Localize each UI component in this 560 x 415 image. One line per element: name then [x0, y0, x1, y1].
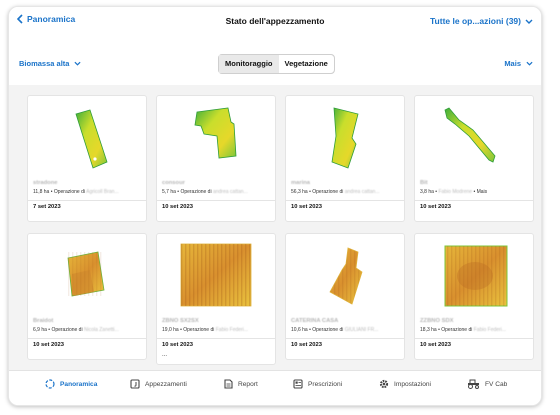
- field-map-image: [444, 245, 508, 307]
- field-card[interactable]: Braidot 6,9 ha • Operazione di Nicola Za…: [27, 233, 147, 360]
- field-summary: 6,9 ha • Operazione di Nicola Zanetti...: [33, 327, 119, 333]
- tractor-icon: [468, 379, 479, 389]
- back-button[interactable]: Panoramica: [17, 14, 75, 24]
- more-indicator: ...: [162, 352, 168, 358]
- field-name: Braidot: [33, 318, 54, 324]
- field-date: 10 set 2023: [291, 342, 322, 348]
- field-summary: 18,3 ha • Operazione di Fabio Federi...: [420, 327, 506, 333]
- tab-appezzamenti[interactable]: Appezzamenti: [130, 379, 187, 389]
- field-name: Bit: [420, 180, 428, 186]
- top-bar: Panoramica Stato dell'appezzamento Tutte…: [9, 7, 541, 41]
- field-card[interactable]: marina 56,3 ha • Operazione di andrea ca…: [285, 95, 405, 222]
- page-title: Stato dell'appezzamento: [225, 16, 325, 26]
- chevron-left-icon: [17, 14, 23, 24]
- bottom-tab-bar: Panoramica Appezzamenti Report Prescrizi…: [9, 370, 541, 405]
- field-map-image: [444, 107, 496, 163]
- field-card[interactable]: ZZBNO SDX 18,3 ha • Operazione di Fabio …: [414, 233, 534, 360]
- tab-prescrizioni[interactable]: Prescrizioni: [293, 379, 342, 389]
- mode-segmented-control: Monitoraggio Vegetazione: [218, 54, 335, 74]
- field-summary: 19,0 ha • Operazione di Fabio Federi...: [162, 327, 248, 333]
- field-card[interactable]: stradone 11,8 ha • Operazione di Agricol…: [27, 95, 147, 222]
- field-map-image: [67, 251, 105, 297]
- field-date: 10 set 2023: [420, 342, 451, 348]
- field-date: 10 set 2023: [291, 204, 322, 210]
- field-card[interactable]: Bit 3,8 ha • Fabio Modrene • Mais 10 set…: [414, 95, 534, 222]
- field-name: stradone: [33, 180, 58, 186]
- tab-report[interactable]: Report: [224, 379, 258, 389]
- field-name: ZBNO SX2SX: [162, 318, 199, 324]
- field-card[interactable]: ZBNO SX2SX 19,0 ha • Operazione di Fabio…: [156, 233, 276, 365]
- field-card[interactable]: CATERINA CASA 10,6 ha • Operazione di GI…: [285, 233, 405, 360]
- layer-dropdown-label: Biomassa alta: [19, 59, 70, 68]
- filter-bar: Biomassa alta Monitoraggio Vegetazione M…: [9, 41, 541, 85]
- field-date: 10 set 2023: [420, 204, 451, 210]
- overview-icon: [45, 379, 55, 389]
- field-summary: 11,8 ha • Operazione di Agricoll Bran...: [33, 189, 119, 195]
- field-card[interactable]: consour 5,7 ha • Operazione di andrea ca…: [156, 95, 276, 222]
- field-summary: 3,8 ha • Fabio Modrene • Mais: [420, 189, 488, 195]
- field-summary: 5,7 ha • Operazione di andrea cattan...: [162, 189, 248, 195]
- chevron-down-icon: [525, 19, 533, 24]
- field-grid: stradone 11,8 ha • Operazione di Agricol…: [9, 85, 541, 370]
- segment-vegetazione[interactable]: Vegetazione: [278, 55, 334, 73]
- back-label: Panoramica: [27, 14, 76, 24]
- tab-panoramica[interactable]: Panoramica: [45, 379, 97, 389]
- field-map-image: [194, 107, 237, 159]
- field-date: 10 set 2023: [162, 204, 193, 210]
- document-icon: [224, 379, 233, 389]
- field-map-image: [75, 109, 108, 169]
- field-summary: 10,6 ha • Operazione di GIULIANI FR...: [291, 327, 379, 333]
- chevron-down-icon: [526, 61, 533, 66]
- all-operations-link[interactable]: Tutte le op...azioni (39): [430, 16, 533, 26]
- field-book-icon: [130, 379, 140, 389]
- field-map-image: [329, 247, 363, 305]
- field-name: consour: [162, 180, 185, 186]
- field-map-image: [331, 107, 359, 169]
- segment-monitoraggio[interactable]: Monitoraggio: [219, 55, 279, 73]
- field-name: CATERINA CASA: [291, 318, 339, 324]
- field-name: ZZBNO SDX: [420, 318, 454, 324]
- prescription-icon: [293, 379, 303, 389]
- tab-fv-cab[interactable]: FV Cab: [467, 379, 507, 389]
- field-summary: 56,3 ha • Operazione di andrea cattan...: [291, 189, 380, 195]
- chevron-down-icon: [74, 61, 82, 66]
- field-date: 10 set 2023: [33, 342, 64, 348]
- tablet-frame: Panoramica Stato dell'appezzamento Tutte…: [8, 6, 542, 406]
- gear-icon: [379, 379, 389, 389]
- field-date: 7 set 2023: [33, 204, 61, 210]
- tab-impostazioni[interactable]: Impostazioni: [379, 379, 431, 389]
- field-name: marina: [291, 180, 311, 186]
- all-operations-label: Tutte le op...azioni (39): [430, 16, 521, 26]
- field-date: 10 set 2023: [162, 342, 193, 348]
- crop-dropdown-label: Mais: [504, 59, 521, 68]
- layer-dropdown[interactable]: Biomassa alta: [19, 59, 82, 68]
- field-map-image: [180, 243, 252, 307]
- crop-dropdown[interactable]: Mais: [504, 59, 533, 68]
